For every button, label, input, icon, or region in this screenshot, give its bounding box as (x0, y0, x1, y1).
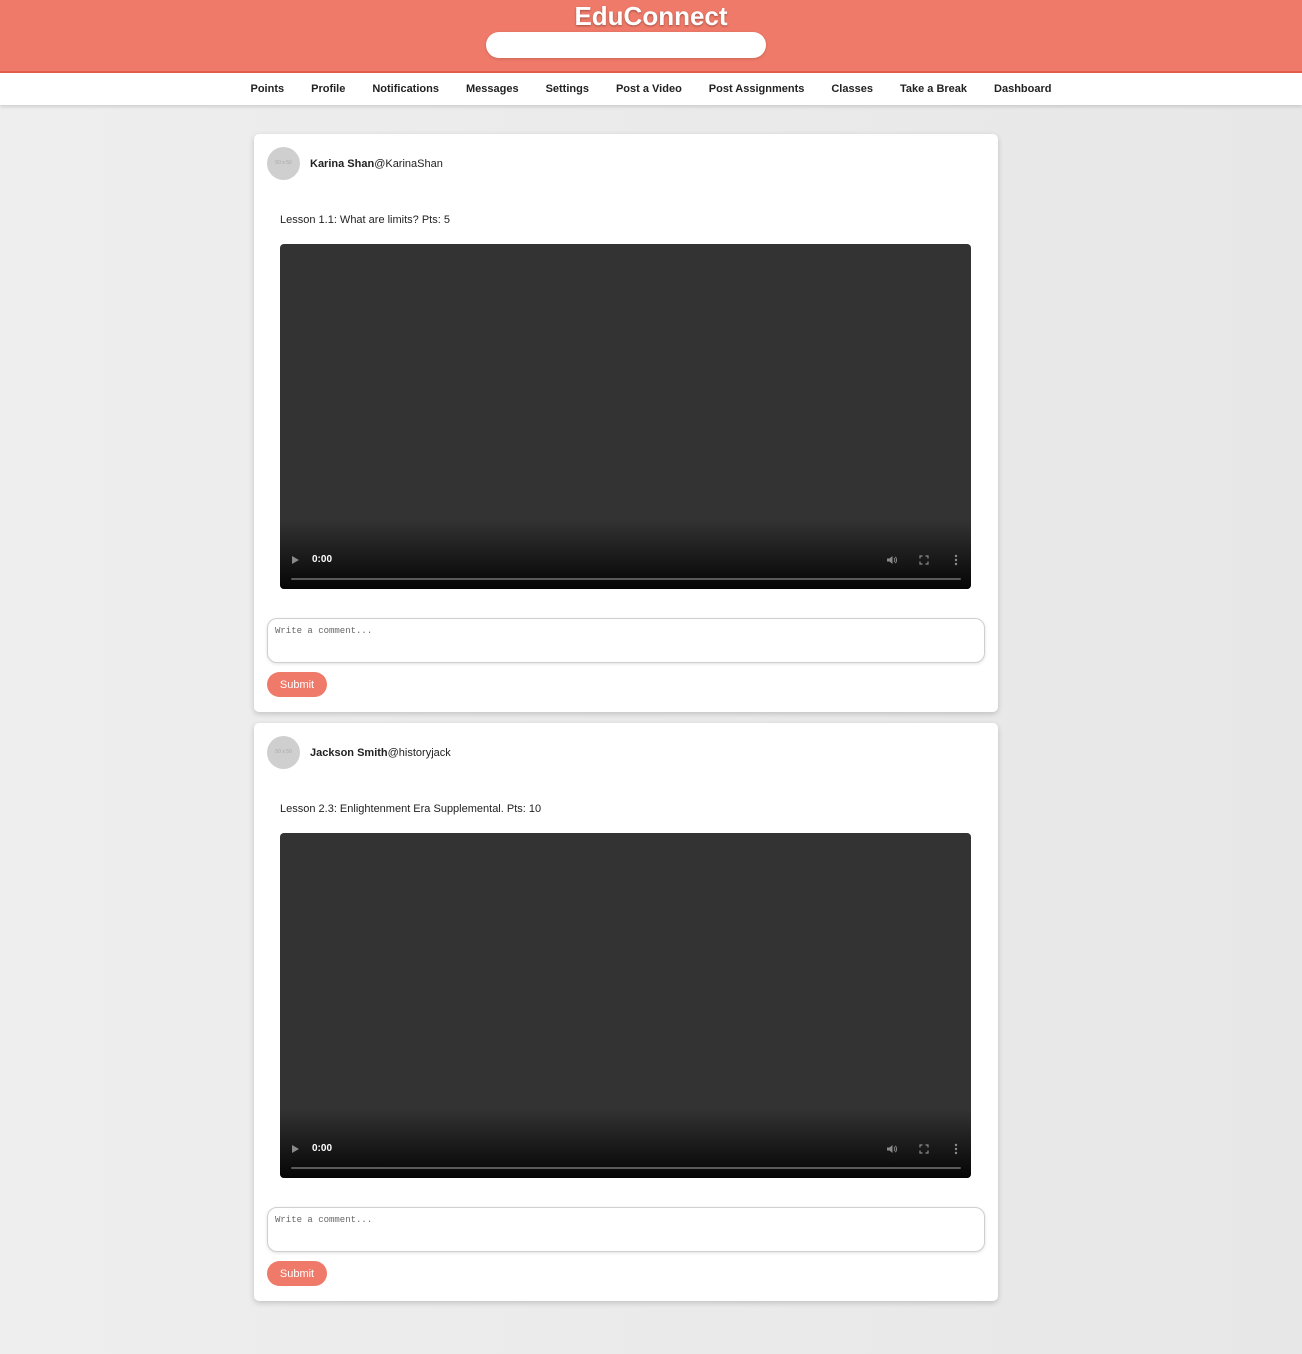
nav-item-points[interactable]: Points (237, 73, 298, 105)
author-handle[interactable]: @KarinaShan (374, 158, 443, 170)
app-header: EduConnect (0, 0, 1302, 73)
video-progress-bar[interactable] (291, 1167, 961, 1169)
video-player[interactable]: 0:00 (280, 244, 971, 589)
author-name[interactable]: Karina Shan (310, 158, 374, 170)
nav-item-notifications[interactable]: Notifications (359, 73, 453, 105)
volume-icon[interactable] (886, 554, 898, 566)
nav-item-post-assignments[interactable]: Post Assignments (695, 73, 818, 105)
post-card: 50 x 50 Karina Shan@KarinaShan Lesson 1.… (254, 134, 998, 712)
lesson-text: Lesson 1.1: What are limits? Pts: 5 (280, 214, 450, 226)
avatar[interactable]: 50 x 50 (267, 147, 300, 180)
app-title: EduConnect (574, 1, 728, 31)
submit-button[interactable]: Submit (267, 1261, 327, 1286)
video-progress-bar[interactable] (291, 578, 961, 580)
post-author: Karina Shan@KarinaShan (310, 158, 443, 170)
play-icon[interactable] (292, 1145, 299, 1153)
avatar[interactable]: 50 x 50 (267, 736, 300, 769)
nav-item-dashboard[interactable]: Dashboard (981, 73, 1065, 105)
submit-button[interactable]: Submit (267, 672, 327, 697)
nav-item-post-a-video[interactable]: Post a Video (602, 73, 695, 105)
play-icon[interactable] (292, 556, 299, 564)
video-controls: 0:00 (280, 519, 971, 589)
nav-item-settings[interactable]: Settings (532, 73, 602, 105)
nav-item-profile[interactable]: Profile (298, 73, 359, 105)
comment-input[interactable] (267, 618, 985, 663)
video-time: 0:00 (312, 554, 333, 565)
nav-item-take-a-break[interactable]: Take a Break (886, 73, 980, 105)
nav-item-classes[interactable]: Classes (818, 73, 887, 105)
search-input[interactable] (486, 32, 766, 58)
fullscreen-icon[interactable] (919, 1144, 929, 1154)
main-navbar: Points Profile Notifications Messages Se… (0, 73, 1302, 105)
more-options-icon[interactable] (954, 554, 958, 566)
fullscreen-icon[interactable] (919, 555, 929, 565)
author-name[interactable]: Jackson Smith (310, 747, 388, 759)
author-handle[interactable]: @historyjack (388, 747, 451, 759)
more-options-icon[interactable] (954, 1143, 958, 1155)
video-controls: 0:00 (280, 1108, 971, 1178)
nav-item-messages[interactable]: Messages (452, 73, 532, 105)
video-player[interactable]: 0:00 (280, 833, 971, 1178)
post-author: Jackson Smith@historyjack (310, 747, 451, 759)
comment-input[interactable] (267, 1207, 985, 1252)
volume-icon[interactable] (886, 1143, 898, 1155)
post-card: 50 x 50 Jackson Smith@historyjack Lesson… (254, 723, 998, 1301)
lesson-text: Lesson 2.3: Enlightenment Era Supplement… (280, 803, 542, 815)
video-time: 0:00 (312, 1143, 333, 1154)
